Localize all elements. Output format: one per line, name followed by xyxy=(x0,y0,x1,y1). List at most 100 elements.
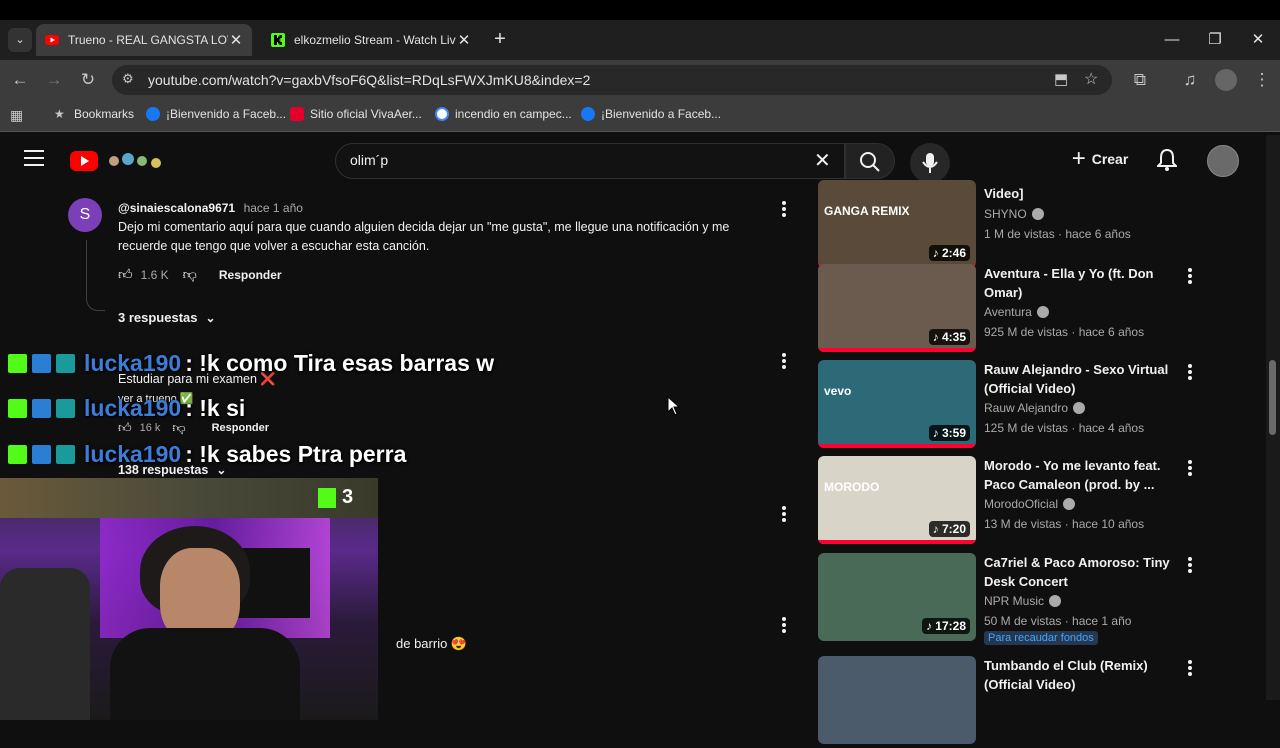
video-menu-icon[interactable] xyxy=(1188,555,1194,575)
video-meta: 1 M de vistas · hace 6 años xyxy=(984,227,1131,241)
video-title[interactable]: Morodo - Yo me levanto feat. Paco Camale… xyxy=(984,456,1174,494)
comment-menu-icon[interactable] xyxy=(782,615,788,635)
comment-author[interactable]: @sinaiescalona9671 xyxy=(118,201,235,215)
browser-tabstrip: ⌄ Trueno - REAL GANGSTA LOVE ✕ elkozmeli… xyxy=(0,20,1280,60)
comment-menu-icon[interactable] xyxy=(782,199,788,219)
video-menu-icon[interactable] xyxy=(1188,458,1194,478)
chat-message: lucka190 : !k como Tira esas barras w xyxy=(8,350,494,377)
close-tab-icon[interactable]: ✕ xyxy=(228,31,244,49)
profile-avatar[interactable] xyxy=(1215,69,1237,91)
chat-username: lucka190 xyxy=(84,441,182,467)
verified-icon xyxy=(1073,402,1086,414)
related-video[interactable]: GANGA REMIX ♪ 2:46 Video] SHYNO 1 M de vista… xyxy=(818,180,1258,276)
comment-avatar[interactable]: S xyxy=(68,198,102,232)
comment-actions: 👍︎ 1.6 K 👎︎ Responder xyxy=(118,266,282,283)
sub-badge-icon xyxy=(56,445,75,464)
related-video[interactable]: MORODO ♪ 7:20 Morodo - Yo me levanto feat.… xyxy=(818,456,1258,548)
address-bar[interactable]: ⚙ youtube.com/watch?v=gaxbVfsoF6Q&list=R… xyxy=(112,65,1112,95)
install-app-icon[interactable]: ⬒ xyxy=(1054,70,1068,88)
video-title[interactable]: Rauw Alejandro - Sexo Virtual (Official … xyxy=(984,360,1174,398)
video-title[interactable]: Video] xyxy=(984,184,1174,203)
star-icon: ★ xyxy=(54,107,65,121)
comment-menu-icon[interactable] xyxy=(782,351,788,371)
forward-icon[interactable]: → xyxy=(42,68,66,92)
voice-search-button[interactable] xyxy=(910,143,950,183)
page-scrollbar[interactable] xyxy=(1266,135,1280,700)
streamer-shirt xyxy=(110,628,300,720)
video-thumbnail[interactable]: vevo ♪ 3:59 xyxy=(818,360,976,448)
video-thumbnail[interactable]: ♪ 17:28 xyxy=(818,553,976,641)
bookmark-item[interactable]: ¡Bienvenido a Faceb... xyxy=(581,107,721,121)
video-meta: 50 M de vistas · hace 1 año xyxy=(984,614,1132,628)
tab-kick-stream[interactable]: elkozmelio Stream - Watch Live ✕ xyxy=(262,24,480,56)
verified-icon xyxy=(1031,208,1044,220)
search-icon xyxy=(860,152,880,172)
vivaaerobus-icon xyxy=(290,107,304,121)
tab-title: Trueno - REAL GANGSTA LOVE xyxy=(68,33,228,47)
video-menu-icon[interactable] xyxy=(1188,658,1194,678)
kick-badge-icon xyxy=(8,445,27,464)
close-window-icon[interactable]: ✕ xyxy=(1246,28,1270,52)
new-tab-icon[interactable]: + xyxy=(488,28,512,52)
kick-logo-icon xyxy=(318,487,336,508)
tab-trueno[interactable]: Trueno - REAL GANGSTA LOVE ✕ xyxy=(36,24,252,56)
browser-menu-icon[interactable]: ⋮ xyxy=(1250,68,1274,92)
search-input[interactable]: olim´p xyxy=(350,152,388,168)
video-thumbnail[interactable]: MORODO ♪ 7:20 xyxy=(818,456,976,544)
video-thumbnail[interactable]: ♪ 4:35 xyxy=(818,264,976,352)
bookmark-item[interactable]: ¡Bienvenido a Faceb... xyxy=(146,107,286,121)
video-title[interactable]: Ca7riel & Paco Amoroso: Tiny Desk Concer… xyxy=(984,553,1174,591)
like-icon[interactable]: 👍︎ xyxy=(118,420,132,436)
like-icon[interactable]: 👍︎ xyxy=(118,266,133,283)
top-strip xyxy=(0,0,1280,20)
tab-search-button[interactable]: ⌄ xyxy=(8,28,32,52)
media-control-icon[interactable]: ♫ xyxy=(1178,68,1202,92)
bookmark-star-icon[interactable]: ☆ xyxy=(1084,69,1098,89)
reply-button[interactable]: Responder xyxy=(219,268,282,282)
video-menu-icon[interactable] xyxy=(1188,362,1194,382)
notifications-icon[interactable] xyxy=(1155,148,1179,177)
channel-name[interactable]: MorodoOficial xyxy=(984,497,1076,511)
browser-toolbar: ← → ↻ ⚙ youtube.com/watch?v=gaxbVfsoF6Q&… xyxy=(0,60,1280,100)
related-video[interactable]: ♪ 17:28 Ca7riel & Paco Amoroso: Tiny Desk… xyxy=(818,553,1258,645)
video-title[interactable]: Aventura - Ella y Yo (ft. Don Omar) xyxy=(984,264,1174,302)
video-title[interactable]: Tumbando el Club (Remix) (Official Video… xyxy=(984,656,1174,694)
extensions-icon[interactable]: ⧉ xyxy=(1128,68,1152,92)
reload-icon[interactable]: ↻ xyxy=(76,68,100,92)
youtube-logo[interactable] xyxy=(70,149,170,178)
account-avatar[interactable] xyxy=(1207,145,1239,177)
apps-grid-icon[interactable]: ▦ xyxy=(10,107,26,123)
site-info-icon[interactable]: ⚙ xyxy=(122,71,134,87)
channel-name[interactable]: Rauw Alejandro xyxy=(984,401,1086,415)
back-icon[interactable]: ← xyxy=(8,68,32,92)
related-video[interactable]: Tumbando el Club (Remix) (Official Video… xyxy=(818,656,1258,748)
hamburger-menu-icon[interactable] xyxy=(24,150,44,166)
comment-header: @sinaiescalona9671 hace 1 año xyxy=(118,199,303,217)
video-thumbnail[interactable] xyxy=(818,656,976,744)
dislike-icon[interactable]: 👎︎ xyxy=(183,266,197,283)
search-button[interactable] xyxy=(845,143,895,179)
bookmark-item[interactable]: ★ Bookmarks xyxy=(54,107,134,121)
scrollbar-thumb[interactable] xyxy=(1269,360,1276,435)
create-button[interactable]: + Crear xyxy=(1062,141,1138,177)
video-thumbnail[interactable]: GANGA REMIX ♪ 2:46 xyxy=(818,180,976,268)
close-tab-icon[interactable]: ✕ xyxy=(456,31,472,49)
minimize-icon[interactable]: — xyxy=(1160,28,1184,52)
replies-toggle[interactable]: 3 respuestas ⌄ xyxy=(118,310,216,325)
reply-button[interactable]: Responder xyxy=(212,422,269,434)
duration-badge: ♪ 17:28 xyxy=(921,618,970,634)
channel-name[interactable]: NPR Music xyxy=(984,594,1062,608)
bookmark-item[interactable]: incendio en campec... xyxy=(435,107,572,121)
channel-name[interactable]: SHYNO xyxy=(984,207,1044,221)
comment-age: hace 1 año xyxy=(243,201,303,215)
bookmark-item[interactable]: Sitio oficial VivaAer... xyxy=(290,107,422,121)
search-box[interactable]: olim´p ✕ xyxy=(335,143,845,179)
clear-search-icon[interactable]: ✕ xyxy=(814,148,831,173)
channel-name[interactable]: Aventura xyxy=(984,305,1049,319)
restore-icon[interactable]: ❐ xyxy=(1203,28,1227,52)
video-menu-icon[interactable] xyxy=(1188,266,1194,286)
comment-menu-icon[interactable] xyxy=(782,504,788,524)
dislike-icon[interactable]: 👎︎ xyxy=(172,420,185,436)
related-video[interactable]: ♪ 4:35 Aventura - Ella y Yo (ft. Don Omar… xyxy=(818,264,1258,356)
related-video[interactable]: vevo ♪ 3:59 Rauw Alejandro - Sexo Virtual … xyxy=(818,360,1258,452)
